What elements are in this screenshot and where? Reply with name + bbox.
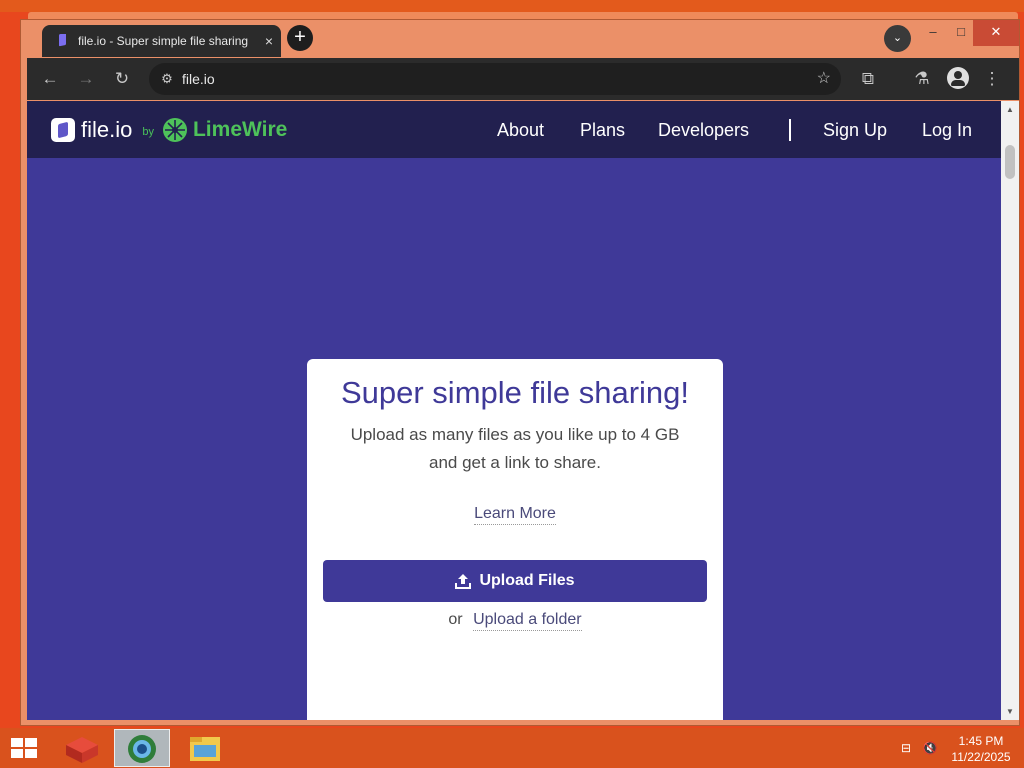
logo-text: file.io <box>81 117 133 142</box>
upload-files-button[interactable]: Upload Files <box>323 560 707 602</box>
subtitle-line-2: and get a link to share. <box>428 453 601 472</box>
maximize-button[interactable]: □ <box>947 20 975 46</box>
browser-toolbar: ← → ↻ ⚙ file.io ☆ ⧉ ⚗ ⋮ <box>27 58 1019 100</box>
address-bar[interactable]: ⚙ file.io ☆ <box>149 63 841 95</box>
tab-active[interactable]: file.io - Super simple file sharing × <box>42 25 281 57</box>
nav-about[interactable]: About <box>497 120 544 141</box>
file-explorer-icon[interactable] <box>176 729 232 767</box>
clock-date: 11/22/2025 <box>951 750 1011 764</box>
by-label: by <box>142 126 154 138</box>
fileio-logo-icon <box>51 118 75 142</box>
scroll-up-icon[interactable]: ▲ <box>1001 105 1019 114</box>
limewire-logo-icon <box>162 118 187 142</box>
minimize-button[interactable]: – <box>919 20 947 46</box>
site-logo[interactable]: file.io by LimeWire <box>51 117 287 143</box>
upload-card: Super simple file sharing! Upload as man… <box>307 359 723 720</box>
tab-search-button[interactable]: ⌄ <box>884 25 911 52</box>
nav-log-in[interactable]: Log In <box>922 120 972 141</box>
network-icon[interactable]: ⊟ <box>896 728 916 768</box>
menu-icon[interactable]: ⋮ <box>979 66 1005 92</box>
learn-more-row: Learn More <box>307 505 723 525</box>
browser-window: file.io - Super simple file sharing × + … <box>20 19 1020 726</box>
nav-sign-up[interactable]: Sign Up <box>823 120 887 141</box>
reload-button[interactable]: ↻ <box>109 66 135 92</box>
package-icon[interactable] <box>54 729 110 767</box>
close-window-button[interactable]: ✕ <box>973 20 1019 46</box>
upload-files-label: Upload Files <box>479 572 575 589</box>
nav-divider <box>789 119 791 141</box>
site-header: file.io by LimeWire About Plans Develope… <box>27 101 1001 158</box>
clock[interactable]: 1:45 PM 11/22/2025 <box>946 728 1016 768</box>
subtitle: Upload as many files as you like up to 4… <box>327 421 703 477</box>
upload-folder-link[interactable]: Upload a folder <box>473 611 582 631</box>
subtitle-line-1: Upload as many files as you like up to 4… <box>350 425 680 444</box>
chrome-icon[interactable] <box>114 729 170 767</box>
site-info-icon[interactable]: ⚙ <box>157 69 177 89</box>
tab-close-icon[interactable]: × <box>257 33 281 49</box>
volume-muted-icon[interactable]: 🔇 <box>920 728 940 768</box>
learn-more-link[interactable]: Learn More <box>474 505 556 525</box>
scroll-down-icon[interactable]: ▼ <box>1001 707 1019 716</box>
forward-button[interactable]: → <box>73 66 99 92</box>
desktop-background <box>0 0 1024 12</box>
nav-developers[interactable]: Developers <box>658 120 749 141</box>
new-tab-button[interactable]: + <box>287 25 313 51</box>
limewire-text: LimeWire <box>192 118 288 141</box>
scrollbar-thumb[interactable] <box>1005 145 1015 179</box>
back-button[interactable]: ← <box>37 66 63 92</box>
extensions-icon[interactable]: ⧉ <box>855 66 881 92</box>
nav-plans[interactable]: Plans <box>580 120 625 141</box>
page-title: Super simple file sharing! <box>340 375 690 410</box>
fileio-favicon-icon <box>59 34 66 47</box>
page-viewport: file.io by LimeWire About Plans Develope… <box>27 101 1001 720</box>
bookmark-star-icon[interactable]: ☆ <box>817 68 831 88</box>
taskbar: ⊟ 🔇 1:45 PM 11/22/2025 <box>0 728 1024 768</box>
title-bar: file.io - Super simple file sharing × + … <box>21 20 1019 58</box>
upload-icon <box>455 574 472 589</box>
url-text[interactable]: file.io <box>182 71 215 87</box>
or-label: or <box>448 611 463 628</box>
labs-icon[interactable]: ⚗ <box>909 66 935 92</box>
or-row: or Upload a folder <box>307 611 723 631</box>
vertical-scrollbar[interactable]: ▲ ▼ <box>1001 101 1019 720</box>
tab-title: file.io - Super simple file sharing <box>78 34 249 48</box>
start-icon[interactable] <box>0 729 48 767</box>
profile-avatar-icon[interactable] <box>947 67 969 89</box>
clock-time: 1:45 PM <box>958 734 1004 748</box>
